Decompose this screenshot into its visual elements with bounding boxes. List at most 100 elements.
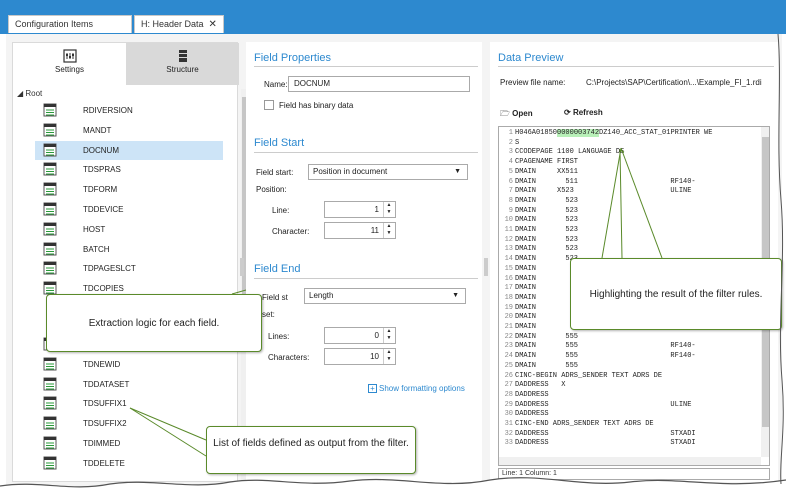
field-icon bbox=[43, 222, 57, 236]
character-stepper[interactable]: 11 ▲ ▼ bbox=[324, 222, 396, 239]
line-number: 10 bbox=[504, 216, 513, 225]
line-number: 7 bbox=[508, 187, 513, 196]
tab-structure-label: Structure bbox=[166, 65, 199, 74]
lines-stepper[interactable]: 0 ▲ ▼ bbox=[324, 327, 396, 344]
tree-item[interactable]: TDFORM bbox=[35, 180, 223, 199]
field-icon bbox=[43, 357, 57, 371]
preview-line: 33 DADDRESS STXADI bbox=[501, 439, 769, 448]
tree-item[interactable]: TDDATASET bbox=[35, 375, 223, 394]
show-formatting-link[interactable]: + Show formatting options bbox=[368, 384, 465, 393]
field-icon bbox=[43, 377, 57, 391]
stepper-arrows-icon[interactable]: ▲ ▼ bbox=[383, 202, 394, 217]
tree-root[interactable]: ◢ Root bbox=[17, 89, 42, 98]
line-text: CINC-END ADRS_SENDER TEXT ADRS DE bbox=[515, 420, 654, 428]
open-label: Open bbox=[512, 109, 533, 118]
tree-item-label: BATCH bbox=[83, 244, 110, 254]
preview-line: 7 DMAIN X523 ULINE bbox=[501, 187, 769, 196]
stepper-arrows-icon[interactable]: ▲ ▼ bbox=[383, 328, 394, 343]
line-text: DMAIN 523 bbox=[515, 196, 579, 205]
preview-line: 31 CINC-END ADRS_SENDER TEXT ADRS DE bbox=[501, 420, 769, 429]
name-input[interactable]: DOCNUM bbox=[288, 76, 470, 92]
preview-hscrollbar[interactable] bbox=[499, 457, 761, 465]
characters-stepper[interactable]: 10 ▲ ▼ bbox=[324, 348, 396, 365]
structure-panel: Settings Structure ◢ Root RDIVERSION MAND… bbox=[12, 42, 249, 482]
line-text: S bbox=[515, 138, 520, 147]
tree-item[interactable]: TDSUFFIX2 bbox=[35, 414, 223, 433]
close-icon[interactable]: ✕ bbox=[209, 19, 217, 30]
field-end-label: Field st bbox=[262, 293, 288, 302]
tree-item[interactable]: BATCH bbox=[35, 240, 223, 259]
preview-line: 26 CINC-BEGIN ADRS_SENDER TEXT ADRS DE bbox=[501, 371, 769, 381]
preview-line: 1 H046A018500000003742DZ140_ACC_STAT_01PR… bbox=[501, 129, 769, 138]
divider bbox=[254, 66, 478, 67]
refresh-label: Refresh bbox=[572, 108, 603, 117]
line-number: 16 bbox=[504, 274, 513, 283]
left-tabs: Settings Structure bbox=[13, 43, 239, 85]
line-number: 1 bbox=[508, 129, 513, 137]
tree-item[interactable]: MANDT bbox=[35, 121, 223, 140]
tab-settings[interactable]: Settings bbox=[13, 43, 126, 85]
tree-item[interactable]: TDSUFFIX1 bbox=[35, 394, 223, 413]
stepper-arrows-icon[interactable]: ▲ ▼ bbox=[383, 349, 394, 364]
line-number: 24 bbox=[504, 352, 513, 361]
field-icon bbox=[43, 261, 57, 275]
tree-item[interactable]: TDPAGESLCT bbox=[35, 259, 223, 278]
tree-item[interactable]: TDDELETE bbox=[35, 454, 223, 473]
preview-line: 13 DMAIN 523 bbox=[501, 245, 769, 254]
line-text: DMAIN 523 bbox=[515, 206, 579, 215]
line-text: DMAIN 555 bbox=[515, 361, 579, 370]
refresh-icon: ⟳ bbox=[564, 108, 571, 117]
field-end-select[interactable]: Length ▼ bbox=[304, 288, 466, 304]
tree-item[interactable]: RDIVERSION bbox=[35, 101, 223, 120]
tree-item[interactable]: TDIMMED bbox=[35, 434, 223, 453]
preview-line: 11 DMAIN 523 bbox=[501, 226, 769, 235]
open-button[interactable]: 🗁 Open bbox=[500, 108, 533, 122]
preview-file-path[interactable]: C:\Projects\SAP\Certification\...\Exampl… bbox=[586, 78, 772, 87]
tab-structure[interactable]: Structure bbox=[126, 43, 239, 85]
line-text: DMAIN 555 RF140- bbox=[515, 352, 696, 361]
line-text: DADDRESS ULINE bbox=[515, 400, 692, 409]
line-number: 23 bbox=[504, 342, 513, 351]
tab-header-data[interactable]: H: Header Data ✕ bbox=[134, 15, 224, 33]
field-start-select[interactable]: Position in document ▼ bbox=[308, 164, 468, 180]
line-stepper[interactable]: 1 ▲ ▼ bbox=[324, 201, 396, 218]
line-text: DMAIN 523 bbox=[515, 226, 579, 234]
panel-splitter[interactable] bbox=[484, 258, 488, 276]
tree-item[interactable]: TDNEWID bbox=[35, 355, 223, 374]
tree-item-label: TDIMMED bbox=[83, 439, 121, 448]
panel-splitter[interactable] bbox=[240, 258, 244, 276]
tree-item[interactable]: TDSPRAS bbox=[35, 160, 223, 179]
line-number: 12 bbox=[504, 235, 513, 244]
tree-item[interactable]: TDDEVICE bbox=[35, 200, 223, 219]
tab-header-data-label: H: Header Data bbox=[141, 19, 204, 29]
line-text: DADDRESS bbox=[515, 390, 549, 399]
tab-configuration-items-label: Configuration Items bbox=[15, 19, 94, 29]
refresh-button[interactable]: ⟳ Refresh bbox=[564, 108, 603, 117]
tree-item-label: TDSPRAS bbox=[83, 165, 121, 175]
line-number: 11 bbox=[504, 226, 513, 234]
line-text: DMAIN 523 bbox=[515, 245, 579, 254]
cursor-status: Line: 1 Column: 1 bbox=[498, 468, 770, 480]
preview-line: 25 DMAIN 555 bbox=[501, 361, 769, 371]
tab-configuration-items[interactable]: Configuration Items bbox=[8, 15, 132, 33]
line-text: DMAIN 523 bbox=[515, 216, 579, 225]
tree-item[interactable]: DOCNUM bbox=[35, 140, 223, 160]
characters-label: Characters: bbox=[268, 353, 310, 362]
line-value: 1 bbox=[374, 205, 379, 214]
name-label: Name: bbox=[264, 80, 288, 89]
line-number: 5 bbox=[508, 167, 513, 176]
tree-root-label: Root bbox=[25, 89, 43, 98]
binary-data-checkbox[interactable] bbox=[264, 100, 274, 110]
field-icon bbox=[43, 182, 57, 196]
chevron-down-icon: ▼ bbox=[454, 168, 461, 175]
stepper-arrows-icon[interactable]: ▲ ▼ bbox=[383, 223, 394, 238]
line-text: DZ140_ACC_STAT_01PRINTER WE bbox=[599, 129, 713, 137]
tree-item-label: TDDELETE bbox=[83, 458, 125, 468]
tree-item[interactable]: HOST bbox=[35, 220, 223, 239]
line-text: CINC-BEGIN ADRS_SENDER TEXT ADRS DE bbox=[515, 371, 663, 380]
line-number: 30 bbox=[504, 410, 513, 419]
line-text: DADDRESS STXADI bbox=[515, 439, 696, 448]
line-text: DMAIN 555 bbox=[515, 332, 579, 341]
field-icon bbox=[43, 162, 57, 176]
preview-line: 30 DADDRESS bbox=[501, 410, 769, 419]
